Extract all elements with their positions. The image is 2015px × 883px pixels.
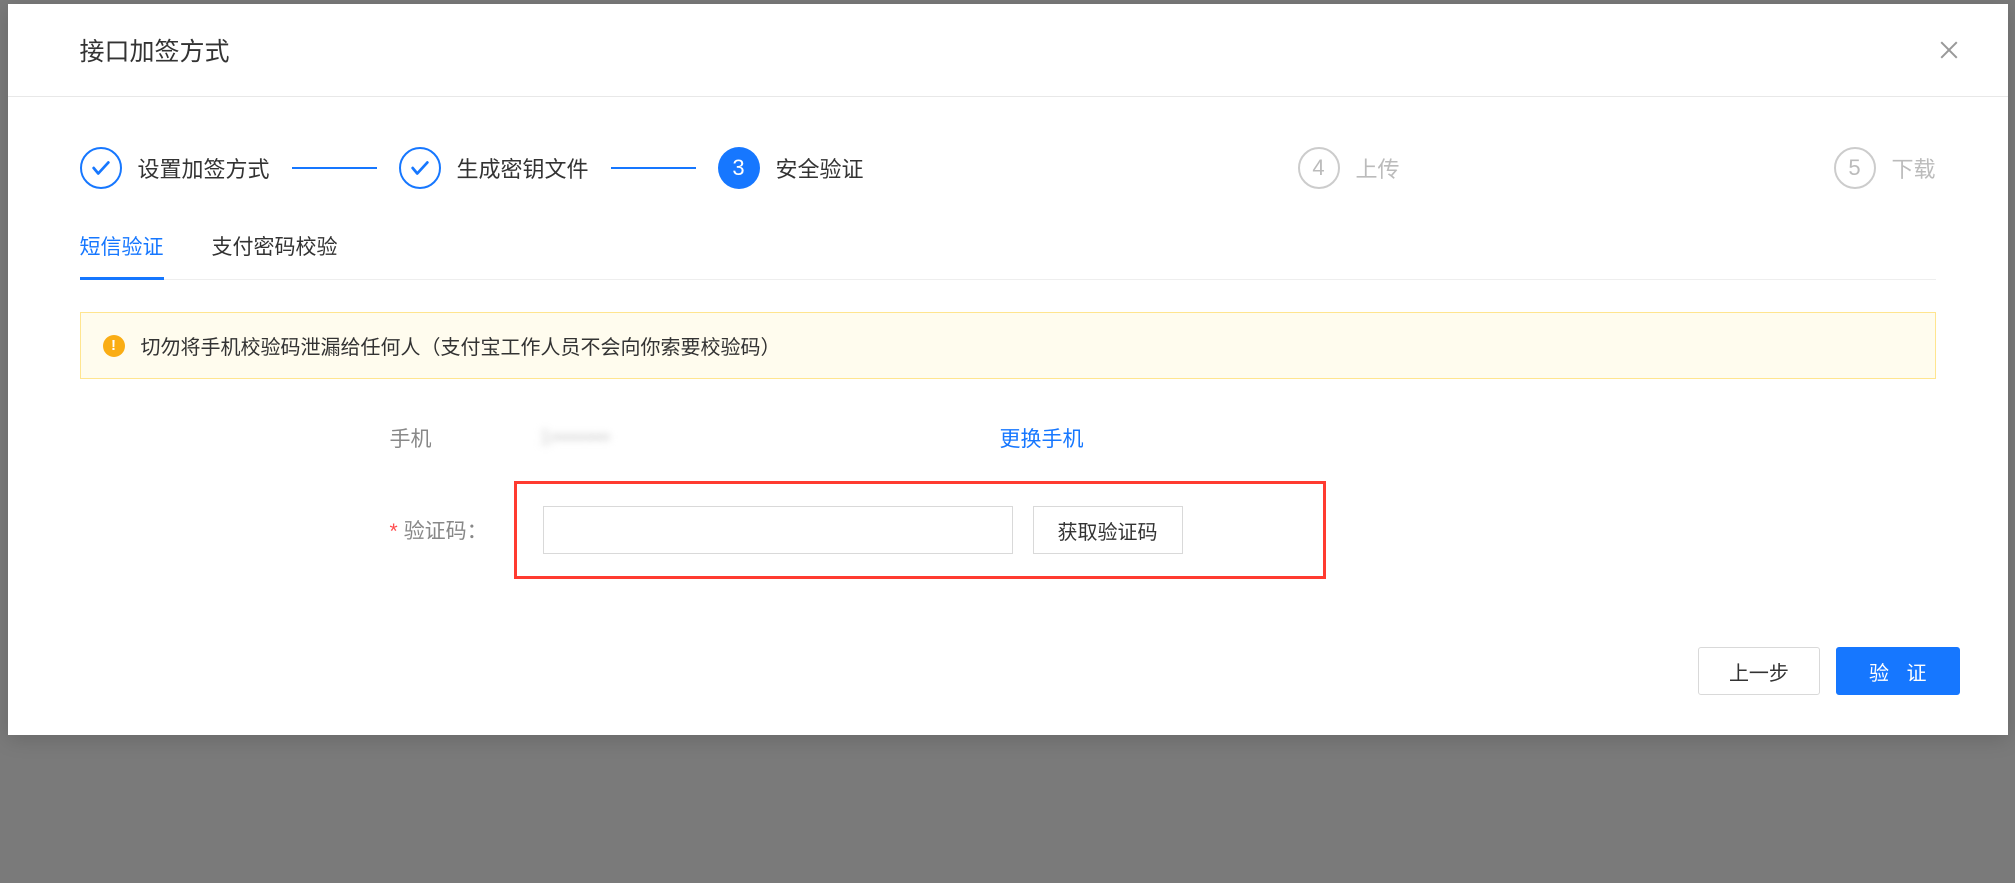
step-2: 生成密钥文件 [399,147,589,189]
signature-modal: 接口加签方式 设置加签方式 生成密钥文件 3 安全验证 [8,4,2008,735]
phone-row: 手机 1•••••••• 更换手机 [390,423,1936,453]
stepper: 设置加签方式 生成密钥文件 3 安全验证 4 上传 5 [80,147,1936,189]
step-4: 4 上传 [1298,147,1400,189]
code-label-text: 验证码： [404,520,488,543]
verify-tabs: 短信验证 支付密码校验 [80,231,1936,280]
change-phone-link[interactable]: 更换手机 [1000,423,1084,453]
warning-banner: ! 切勿将手机校验码泄漏给任何人（支付宝工作人员不会向你索要校验码） [80,312,1936,379]
prev-button[interactable]: 上一步 [1698,647,1820,695]
check-icon [399,147,441,189]
step-2-label: 生成密钥文件 [457,152,589,184]
phone-label: 手机 [390,423,540,453]
tab-password[interactable]: 支付密码校验 [212,231,338,280]
step-connector [292,167,377,169]
tab-sms[interactable]: 短信验证 [80,231,164,280]
step-5-number: 5 [1834,147,1876,189]
warning-text: 切勿将手机校验码泄漏给任何人（支付宝工作人员不会向你索要校验码） [141,331,781,360]
step-4-number: 4 [1298,147,1340,189]
step-3-label: 安全验证 [776,152,864,184]
modal-header: 接口加签方式 [8,4,2008,97]
verify-form: 手机 1•••••••• 更换手机 *验证码： 获取验证码 [80,423,1936,579]
code-row: *验证码： 获取验证码 [390,481,1936,579]
modal-title: 接口加签方式 [80,32,230,68]
step-3: 3 安全验证 [718,147,864,189]
warning-icon: ! [103,335,125,357]
verify-button[interactable]: 验 证 [1836,647,1960,695]
code-input[interactable] [543,506,1013,554]
close-icon[interactable] [1938,39,1960,61]
modal-footer: 上一步 验 证 [8,647,2008,735]
step-5: 5 下载 [1834,147,1936,189]
step-3-number: 3 [718,147,760,189]
phone-value: 1•••••••• [540,426,740,450]
step-5-label: 下载 [1892,152,1936,184]
modal-body: 设置加签方式 生成密钥文件 3 安全验证 4 上传 5 [8,97,2008,647]
step-4-label: 上传 [1356,152,1400,184]
step-1: 设置加签方式 [80,147,270,189]
get-code-button[interactable]: 获取验证码 [1033,506,1183,554]
step-connector [611,167,696,169]
check-icon [80,147,122,189]
code-highlight: 获取验证码 [514,481,1326,579]
step-1-label: 设置加签方式 [138,152,270,184]
